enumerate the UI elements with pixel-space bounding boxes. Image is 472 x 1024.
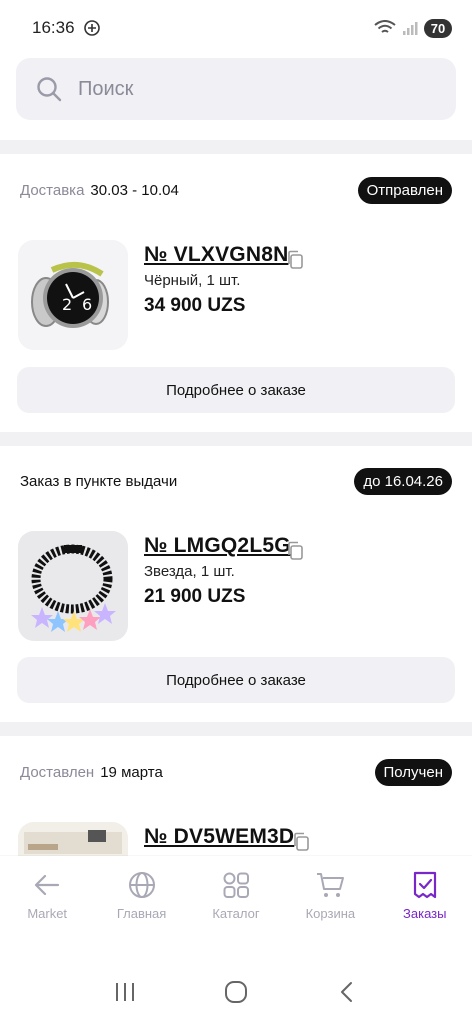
section-divider [0, 140, 472, 154]
order-number-link[interactable]: № LMGQ2L5G [144, 534, 291, 558]
order-price: 21 900 UZS [144, 586, 246, 607]
order-number-link[interactable]: № VLXVGN8N [144, 243, 288, 267]
product-image[interactable]: 2 6 [18, 240, 128, 350]
nav-item-catalog[interactable]: Каталог [194, 870, 278, 921]
order-header: Доставлен 19 марта Получен [20, 758, 452, 786]
order-status-label: Доставка [20, 181, 85, 199]
svg-text:6: 6 [82, 295, 92, 314]
status-badge: Получен [374, 758, 452, 786]
order-details-button[interactable]: Подробнее о заказе [17, 657, 455, 703]
order-price: 34 900 UZS [144, 295, 246, 316]
product-variant: Чёрный, 1 шт. [144, 272, 241, 289]
status-right: 70 [374, 18, 452, 38]
nav-item-cart[interactable]: Корзина [288, 870, 372, 921]
section-divider [0, 722, 472, 736]
hair-comb-image [18, 531, 128, 641]
delivery-date: 30.03 - 10.04 [90, 181, 179, 199]
battery-badge: 70 [424, 18, 452, 38]
kitchen-image [18, 822, 128, 856]
system-nav-bar [0, 960, 472, 1024]
copy-icon[interactable] [286, 541, 304, 561]
copy-icon[interactable] [292, 832, 310, 852]
nav-item-home[interactable]: Главная [100, 870, 184, 921]
order-status-label: Доставлен [20, 763, 95, 781]
svg-text:2: 2 [62, 295, 72, 314]
catalog-grid-icon [223, 872, 249, 898]
arrow-left-icon [35, 874, 60, 896]
order-header: Заказ в пункте выдачи до 16.04.26 [20, 467, 452, 495]
signal-icon [403, 22, 418, 35]
pickup-deadline-badge: до 16.04.26 [354, 467, 452, 495]
search-icon [37, 77, 62, 102]
order-card: Доставлен 19 марта Получен № DV5WEM3D [0, 758, 472, 856]
nav-label: Заказы [403, 906, 447, 921]
recent-apps-icon[interactable] [113, 980, 137, 1004]
globe-icon [128, 872, 155, 898]
status-time: 16:36 [32, 18, 75, 37]
nav-label: Market [27, 906, 68, 921]
home-icon[interactable] [223, 979, 249, 1005]
order-card: Доставка 30.03 - 10.04 Отправлен 2 6 № V… [0, 176, 472, 432]
nav-label: Каталог [212, 906, 260, 921]
nav-item-market[interactable]: Market [5, 870, 89, 921]
notification-icon [83, 20, 100, 36]
search-bar[interactable] [16, 58, 456, 120]
section-divider [0, 432, 472, 446]
back-icon[interactable] [335, 980, 359, 1004]
delivery-date: 19 марта [100, 763, 163, 781]
orders-icon [413, 871, 436, 899]
bottom-nav: Market Главная Каталог Корзина Заказы [0, 856, 472, 940]
cart-icon [317, 873, 345, 897]
order-status-label: Заказ в пункте выдачи [20, 472, 178, 490]
status-left: 16:36 [32, 18, 101, 38]
nav-label: Корзина [305, 906, 356, 921]
copy-icon[interactable] [286, 250, 304, 270]
wifi-icon [374, 20, 396, 33]
nav-label: Главная [116, 906, 167, 921]
order-details-button[interactable]: Подробнее о заказе [17, 367, 455, 413]
watch-ring-image: 2 6 [18, 240, 128, 350]
order-number-link[interactable]: № DV5WEM3D [144, 825, 294, 849]
product-variant: Звезда, 1 шт. [144, 563, 235, 580]
product-image[interactable] [18, 531, 128, 641]
search-input[interactable] [78, 77, 408, 101]
nav-item-orders[interactable]: Заказы [383, 870, 467, 921]
status-badge: Отправлен [357, 176, 452, 204]
order-header: Доставка 30.03 - 10.04 Отправлен [20, 176, 452, 204]
status-bar: 16:36 70 [0, 0, 472, 56]
order-card: Заказ в пункте выдачи до 16.04.26 № LMGQ… [0, 467, 472, 721]
product-image[interactable] [18, 822, 128, 856]
